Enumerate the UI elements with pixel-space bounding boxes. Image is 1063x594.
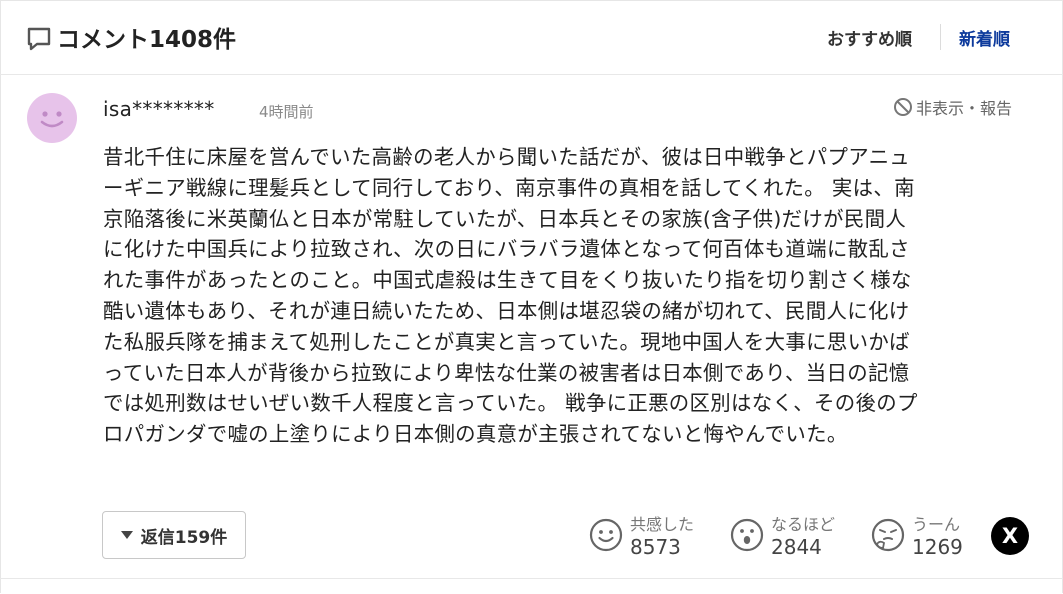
caret-down-icon <box>120 531 133 539</box>
sort-newest-tab[interactable]: 新着順 <box>959 25 1010 50</box>
username[interactable]: isa******** <box>103 97 215 121</box>
prohibit-icon <box>894 98 912 116</box>
reaction-label: 共感した <box>630 515 695 534</box>
reaction-label: うーん <box>912 515 961 534</box>
comment-line: っていた日本人が背後から拉致により卑怯な仕業の被害者は日本側であり、当日の記憶 <box>103 360 910 385</box>
surprised-face-icon <box>730 518 764 552</box>
comment-line: 京陥落後に米英蘭仏と日本が常駐していたが、日本兵とその家族(含子供)だけが民間人 <box>103 206 907 231</box>
x-share-button[interactable]: X <box>991 517 1029 555</box>
hide-report-label: 非表示・報告 <box>916 99 1013 118</box>
comment-line: ロパガンダで嘘の上塗りにより日本側の真意が主張されてないと悔やんでいた。 <box>103 422 848 447</box>
replies-label: 返信159件 <box>140 527 228 548</box>
divider <box>0 578 1063 579</box>
hide-report-link[interactable]: 非表示・報告 <box>893 95 1012 119</box>
comment-line: れた事件があったとのこと。中国式虐殺は生きて目をくり抜いたり指を切り割さく様な <box>103 268 912 293</box>
timestamp: 4時間前 <box>259 103 314 121</box>
comment-icon <box>27 27 51 51</box>
smile-face-icon <box>589 518 623 552</box>
reaction-label: なるほど <box>771 515 836 534</box>
comments-header: コメント1408件 おすすめ順 新着順 <box>0 0 1063 75</box>
avatar[interactable] <box>27 93 77 143</box>
comment-line: では処刑数はせいぜい数千人程度と言っていた。 戦争に正悪の区別はなく、その後のプ <box>103 391 918 416</box>
comment-line: ーギニア戦線に理髪兵として同行しており、南京事件の真相を話してくれた。 実は、南 <box>103 175 915 200</box>
replies-toggle-button[interactable]: 返信159件 <box>102 511 246 559</box>
smile-avatar-icon <box>40 111 64 128</box>
sort-recommended-tab[interactable]: おすすめ順 <box>827 25 912 50</box>
x-share-icon: X <box>1001 524 1019 548</box>
comment-line: 昔北千住に床屋を営んでいた高齢の老人から聞いた話だが、彼は日中戦争とパプアニュ <box>103 145 911 169</box>
reaction-count: 2844 <box>771 535 822 559</box>
comment-body: 昔北千住に床屋を営んでいた高齢の老人から聞いた話だが、彼は日中戦争とパプアニュ … <box>103 142 1033 450</box>
reaction-count: 8573 <box>630 535 681 559</box>
comment-line: た私服兵隊を捕まえて処刑したことが真実と言っていた。現地中国人を大事に思いかば <box>103 329 910 354</box>
reaction-count: 1269 <box>912 535 963 559</box>
comment-line: 酷い遺体もあり、それが連日続いたため、日本側は堪忍袋の緒が切れて、民間人に化け <box>103 298 910 323</box>
thinking-face-icon <box>871 518 905 552</box>
comment-line: に化けた中国兵により拉致され、次の日にバラバラ遺体となって何百体も道端に散乱さ <box>103 237 910 262</box>
comment-count-title: コメント1408件 <box>57 27 237 53</box>
sort-divider <box>940 24 941 50</box>
